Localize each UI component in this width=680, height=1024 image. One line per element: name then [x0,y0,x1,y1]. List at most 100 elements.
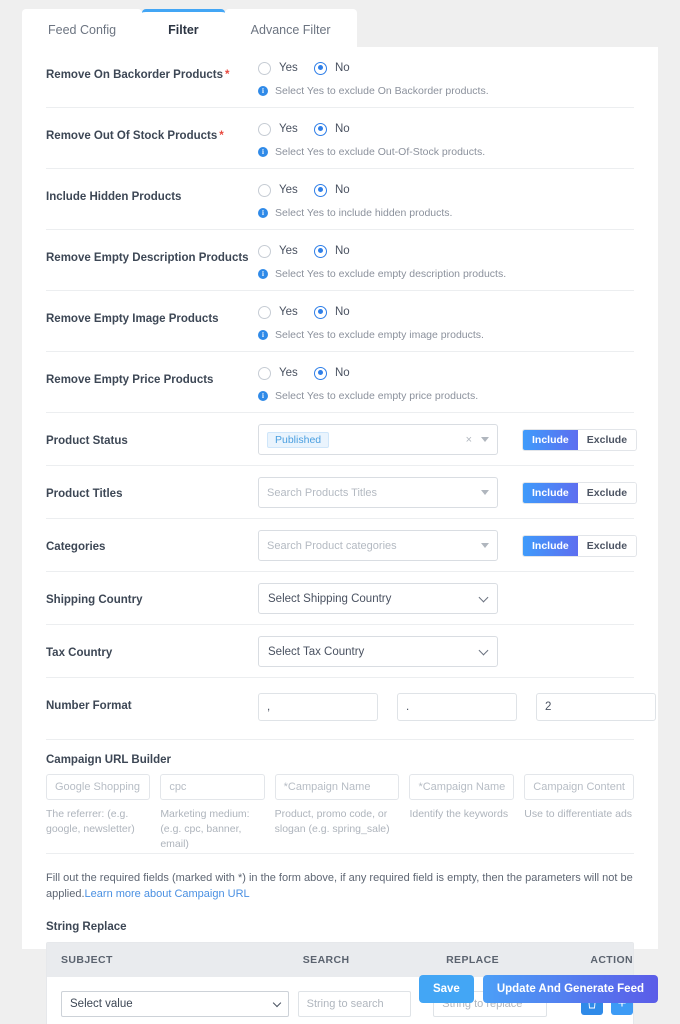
tab-advance-filter-label: Advance Filter [251,23,331,37]
include-exclude-toggle: Include Exclude [522,535,637,557]
hint-text: Select Yes to exclude empty price produc… [275,390,478,402]
row-field: Search Products Titles Include Exclude [258,466,637,518]
campaign-url-builder: Campaign URL Builder Google Shopping The… [46,740,634,854]
radio-group: Yes No [258,301,634,323]
campaign-name-input[interactable]: *Campaign Name [275,774,400,800]
radio-no-label: No [335,123,350,135]
campaign-source-input[interactable]: Google Shopping [46,774,150,800]
string-replace-search-input[interactable]: String to search [298,991,412,1017]
exclude-button[interactable]: Exclude [578,536,636,556]
chevron-down-icon[interactable] [481,490,489,495]
decimal-separator-input[interactable]: . [397,693,517,721]
campaign-term-input[interactable]: *Campaign Name [409,774,514,800]
radio-group: Yes No [258,240,634,262]
radio-circle-icon [258,367,271,380]
info-icon: i [258,147,268,157]
radio-no[interactable]: No [314,184,350,197]
include-button[interactable]: Include [523,483,578,503]
campaign-content-input[interactable]: Campaign Content [524,774,634,800]
include-button[interactable]: Include [523,430,578,450]
radio-yes-label: Yes [279,62,298,74]
chevron-down-icon [479,646,489,656]
row-field: Yes No i Select Yes to exclude empty des… [258,230,634,290]
product-titles-select[interactable]: Search Products Titles [258,477,498,508]
radio-no[interactable]: No [314,62,350,75]
tab-bar: Feed Config Filter Advance Filter [22,9,357,47]
include-exclude-toggle: Include Exclude [522,482,637,504]
radio-circle-selected-icon [314,306,327,319]
setting-row-shipping-country: Shipping Country Select Shipping Country [46,572,634,625]
categories-select[interactable]: Search Product categories [258,530,498,561]
hint-text: Select Yes to exclude empty description … [275,268,506,280]
exclude-button[interactable]: Exclude [578,483,636,503]
radio-circle-selected-icon [314,184,327,197]
tax-country-select[interactable]: Select Tax Country [258,636,498,667]
tag-published[interactable]: Published [267,432,329,448]
tab-feed-config-label: Feed Config [48,23,116,37]
thousand-separator-input[interactable]: , [258,693,378,721]
row-hint: i Select Yes to exclude empty price prod… [258,390,634,402]
tab-advance-filter[interactable]: Advance Filter [225,9,357,47]
setting-row-remove-empty-image: Remove Empty Image Products Yes No i Sel… [46,291,634,352]
row-label: Remove On Backorder Products* [46,47,258,81]
product-status-select[interactable]: Published × [258,424,498,455]
save-button[interactable]: Save [419,975,474,1003]
campaign-field-source: Google Shopping The referrer: (e.g. goog… [46,774,150,853]
radio-yes[interactable]: Yes [258,184,314,197]
campaign-url-learn-more-link[interactable]: Learn more about Campaign URL [85,888,250,900]
radio-yes[interactable]: Yes [258,245,314,258]
campaign-term-placeholder: *Campaign Name [418,781,505,793]
filter-form: Remove On Backorder Products* Yes No i S… [22,47,658,1024]
exclude-button[interactable]: Exclude [578,430,636,450]
radio-yes-label: Yes [279,184,298,196]
radio-no-label: No [335,184,350,196]
row-hint: i Select Yes to exclude empty image prod… [258,329,634,341]
radio-circle-icon [258,184,271,197]
tab-feed-config[interactable]: Feed Config [22,9,142,47]
setting-row-remove-out-of-stock: Remove Out Of Stock Products* Yes No i S… [46,108,634,169]
radio-yes-label: Yes [279,367,298,379]
row-field: Select Shipping Country [258,572,634,624]
radio-circle-selected-icon [314,367,327,380]
hint-text: Select Yes to exclude Out-Of-Stock produ… [275,146,485,158]
radio-yes[interactable]: Yes [258,62,314,75]
campaign-field-term: *Campaign Name Identify the keywords [409,774,514,853]
filter-settings-card: Remove On Backorder Products* Yes No i S… [22,47,658,949]
radio-no[interactable]: No [314,245,350,258]
radio-yes[interactable]: Yes [258,367,314,380]
product-titles-placeholder: Search Products Titles [267,487,377,499]
row-label: Tax Country [46,625,258,659]
shipping-country-select[interactable]: Select Shipping Country [258,583,498,614]
campaign-name-placeholder: *Campaign Name [284,781,371,793]
tab-filter[interactable]: Filter [142,9,225,47]
info-icon: i [258,86,268,96]
select-with-toggle: Search Product categories Include Exclud… [258,530,637,561]
setting-row-categories: Categories Search Product categories Inc… [46,519,634,572]
clear-icon[interactable]: × [466,434,472,446]
string-replace-section: String Replace SUBJECT SEARCH REPLACE AC… [46,921,634,1024]
chevron-down-icon[interactable] [481,437,489,442]
radio-circle-icon [258,306,271,319]
row-label-text: Remove Out Of Stock Products [46,130,217,142]
setting-row-include-hidden: Include Hidden Products Yes No i Select … [46,169,634,230]
table-header-row: SUBJECT SEARCH REPLACE ACTION [47,943,633,977]
radio-no[interactable]: No [314,306,350,319]
row-field: Yes No i Select Yes to exclude Out-Of-St… [258,108,634,168]
radio-circle-selected-icon [314,123,327,136]
radio-no[interactable]: No [314,367,350,380]
radio-group: Yes No [258,362,634,384]
string-replace-subject-select[interactable]: Select value [61,991,289,1017]
radio-yes[interactable]: Yes [258,306,314,319]
radio-no[interactable]: No [314,123,350,136]
radio-yes[interactable]: Yes [258,123,314,136]
update-and-generate-feed-button[interactable]: Update And Generate Feed [483,975,658,1003]
radio-group: Yes No [258,118,634,140]
campaign-medium-input[interactable]: cpc [160,774,264,800]
info-icon: i [258,208,268,218]
include-button[interactable]: Include [523,536,578,556]
decimal-places-input[interactable]: 2 [536,693,656,721]
hint-text: Select Yes to include hidden products. [275,207,452,219]
row-hint: i Select Yes to exclude empty descriptio… [258,268,634,280]
chevron-down-icon[interactable] [481,543,489,548]
row-label: Number Format [46,678,258,712]
